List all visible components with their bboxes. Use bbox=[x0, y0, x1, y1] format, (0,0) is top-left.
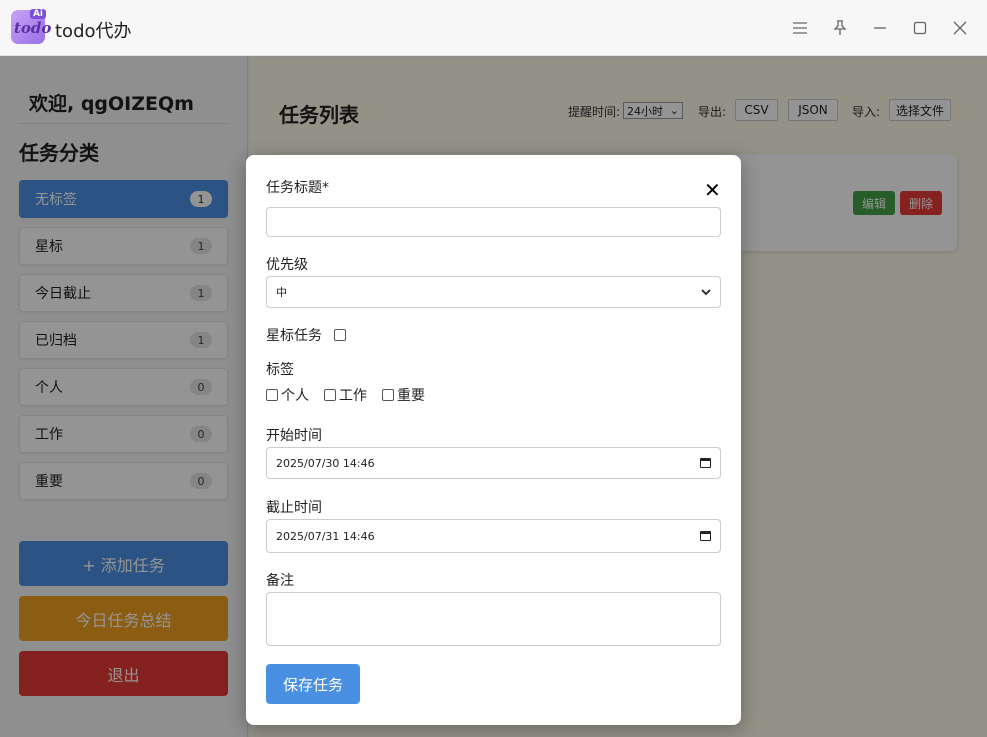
star-row: 星标任务 bbox=[266, 325, 346, 345]
add-task-modal: 任务标题* ✕ 优先级 中 星标任务 标签 个人 工作 重要 开始时间 2025… bbox=[246, 155, 741, 725]
save-task-button[interactable]: 保存任务 bbox=[266, 664, 360, 704]
menu-icon[interactable] bbox=[788, 16, 812, 40]
tag-option-important[interactable]: 重要 bbox=[382, 385, 425, 405]
chevron-down-icon bbox=[701, 288, 711, 295]
close-window-icon[interactable] bbox=[948, 16, 972, 40]
minimize-icon[interactable] bbox=[868, 16, 892, 40]
due-time-input[interactable]: 2025/07/31 14:46 bbox=[266, 519, 721, 553]
due-time-label: 截止时间 bbox=[266, 500, 322, 516]
logo-ai-badge: Ai bbox=[29, 9, 46, 19]
logo-text: todo bbox=[14, 19, 52, 37]
tag-label: 重要 bbox=[397, 388, 425, 404]
tag-label: 工作 bbox=[339, 388, 367, 404]
app-title: todo代办 bbox=[55, 21, 132, 42]
start-time-label: 开始时间 bbox=[266, 428, 322, 444]
star-label: 星标任务 bbox=[266, 328, 322, 344]
notes-label: 备注 bbox=[266, 573, 294, 589]
tag-label: 个人 bbox=[281, 388, 309, 404]
start-time-value: 2025/07/30 14:46 bbox=[276, 456, 375, 470]
calendar-icon[interactable] bbox=[700, 531, 711, 541]
tag-options: 个人 工作 重要 bbox=[266, 385, 440, 405]
title-bar: todo Ai todo代办 bbox=[0, 0, 987, 56]
tag-option-personal[interactable]: 个人 bbox=[266, 385, 309, 405]
tag-checkbox[interactable] bbox=[266, 389, 278, 401]
title-input[interactable] bbox=[266, 207, 721, 237]
app-logo: todo Ai bbox=[11, 9, 51, 44]
notes-textarea[interactable] bbox=[266, 592, 721, 646]
calendar-icon[interactable] bbox=[700, 458, 711, 468]
maximize-icon[interactable] bbox=[908, 16, 932, 40]
close-icon[interactable]: ✕ bbox=[704, 180, 721, 200]
tag-checkbox[interactable] bbox=[324, 389, 336, 401]
priority-select[interactable]: 中 bbox=[266, 276, 721, 308]
start-time-input[interactable]: 2025/07/30 14:46 bbox=[266, 447, 721, 479]
tag-option-work[interactable]: 工作 bbox=[324, 385, 367, 405]
tags-label: 标签 bbox=[266, 362, 294, 378]
title-label: 任务标题* bbox=[266, 180, 329, 196]
star-checkbox[interactable] bbox=[334, 329, 346, 341]
priority-label: 优先级 bbox=[266, 257, 308, 273]
due-time-value: 2025/07/31 14:46 bbox=[276, 529, 375, 543]
priority-value: 中 bbox=[276, 286, 287, 299]
pin-icon[interactable] bbox=[828, 16, 852, 40]
tag-checkbox[interactable] bbox=[382, 389, 394, 401]
